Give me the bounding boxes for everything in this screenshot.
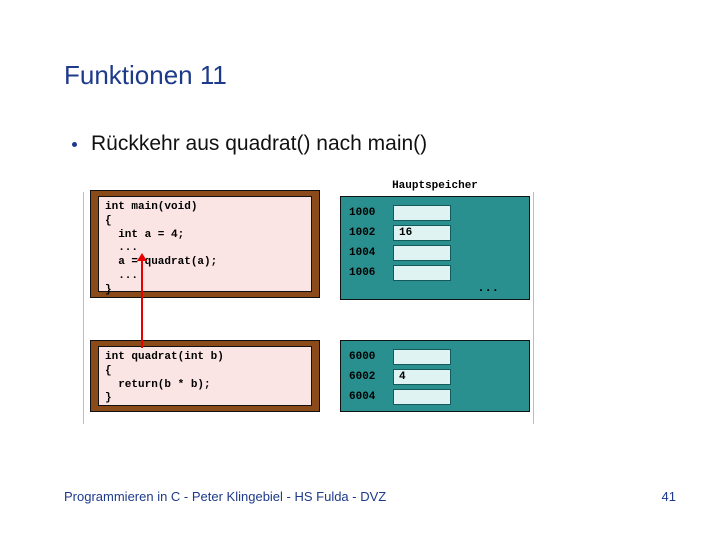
memory-row: 1006 xyxy=(341,263,529,283)
memory-area: Hauptspeicher 1000 1002 16 1004 1006 ... xyxy=(340,180,530,430)
vertical-rule-left xyxy=(83,192,84,424)
memory-row: 1000 xyxy=(341,203,529,223)
memory-cell: 16 xyxy=(393,225,451,241)
code-area: int main(void) { int a = 4; ... a = quad… xyxy=(90,180,320,430)
memory-addr: 1004 xyxy=(341,247,393,259)
memory-cell xyxy=(393,245,451,261)
memory-row: 1004 xyxy=(341,243,529,263)
vertical-rule-right xyxy=(533,192,534,424)
memory-addr: 6004 xyxy=(341,391,393,403)
code-main: int main(void) { int a = 4; ... a = quad… xyxy=(98,196,312,292)
memory-addr: 6002 xyxy=(341,371,393,383)
memory-row: 1002 16 xyxy=(341,223,529,243)
memory-cell xyxy=(393,349,451,365)
memory-cell: 4 xyxy=(393,369,451,385)
code-quadrat: int quadrat(int b) { return(b * b); } xyxy=(98,346,312,406)
memory-panel-top: 1000 1002 16 1004 1006 ... xyxy=(340,196,530,300)
memory-addr: 1002 xyxy=(341,227,393,239)
bullet-line: Rückkehr aus quadrat() nach main() xyxy=(72,132,427,156)
bullet-text: Rückkehr aus quadrat() nach main() xyxy=(91,132,427,156)
memory-ellipsis: ... xyxy=(477,281,499,295)
memory-cell xyxy=(393,205,451,221)
memory-panel-bottom: 6000 6002 4 6004 xyxy=(340,340,530,412)
return-arrow-icon xyxy=(141,260,143,348)
diagram-area: int main(void) { int a = 4; ... a = quad… xyxy=(90,180,530,430)
memory-addr: 1000 xyxy=(341,207,393,219)
slide-title: Funktionen 11 xyxy=(64,60,227,91)
memory-cell xyxy=(393,389,451,405)
footer-text: Programmieren in C - Peter Klingebiel - … xyxy=(64,489,386,504)
memory-addr: 6000 xyxy=(341,351,393,363)
page-number: 41 xyxy=(662,489,676,504)
memory-row: 6000 xyxy=(341,347,529,367)
memory-row: 6002 4 xyxy=(341,367,529,387)
memory-row: 6004 xyxy=(341,387,529,407)
bullet-dot-icon xyxy=(72,142,77,147)
memory-addr: 1006 xyxy=(341,267,393,279)
memory-cell xyxy=(393,265,451,281)
memory-title: Hauptspeicher xyxy=(340,180,530,192)
